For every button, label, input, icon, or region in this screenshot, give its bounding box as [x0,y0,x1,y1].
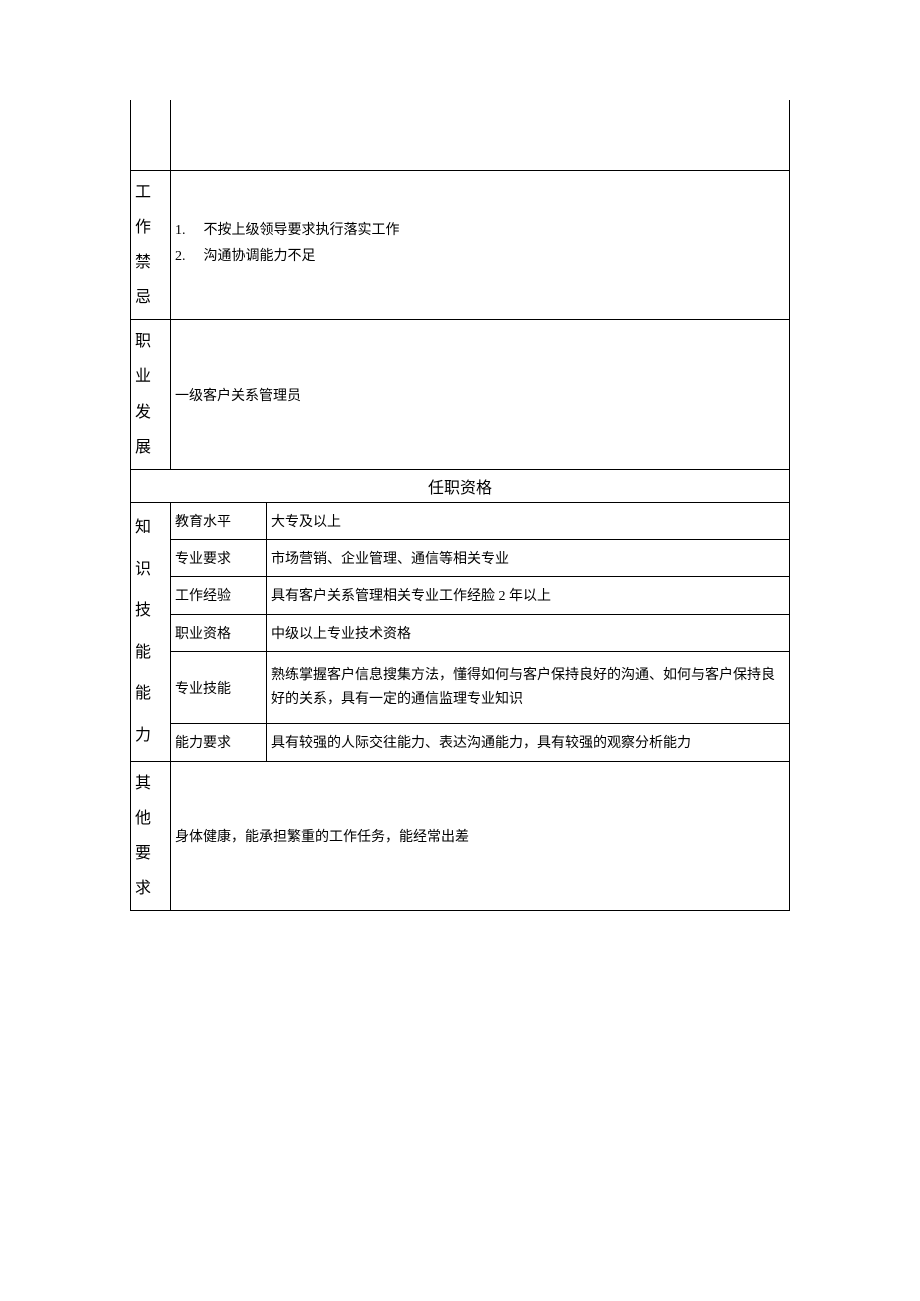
other-label-char: 其 [135,766,166,801]
list-text: 不按上级领导要求执行落实工作 [204,223,400,238]
career-text: 一级客户关系管理员 [175,389,301,404]
work-taboo-label: 工 作禁忌 [131,170,171,320]
other-label-char: 要 [135,836,166,871]
cert-label: 职业资格 [171,614,267,651]
education-value: 大专及以上 [267,503,790,540]
ability-value: 具有较强的人际交往能力、表达沟通能力，具有较强的观察分析能力 [267,724,790,761]
list-text: 沟通协调能力不足 [204,249,316,264]
other-label-char: 他 [135,801,166,836]
work-taboo-item: 2. 沟通协调能力不足 [175,245,785,265]
other-text: 身体健康，能承担繁重的工作任务，能经常出差 [175,830,469,845]
qualification-header-text: 任职资格 [428,480,492,497]
work-taboo-list: 1. 不按上级领导要求执行落实工作 2. 沟通协调能力不足 [175,219,785,265]
education-label: 教育水平 [171,503,267,540]
work-taboo-item: 1. 不按上级领导要求执行落实工作 [175,219,785,239]
career-label: 职 业 发 展 [131,320,171,470]
skill-label: 专业技能 [171,651,267,724]
career-content: 一级客户关系管理员 [171,320,790,470]
career-label-char: 发 [135,395,166,430]
experience-value: 具有客户关系管理相关专业工作经脸 2 年以上 [267,577,790,614]
career-label-char: 展 [135,430,166,465]
job-spec-table: 工 作禁忌 1. 不按上级领导要求执行落实工作 2. 沟通协调能力不足 职 业 … [130,100,790,911]
other-content: 身体健康，能承担繁重的工作任务，能经常出差 [171,761,790,911]
empty-top-label-cell [131,100,171,170]
major-value: 市场营销、企业管理、通信等相关专业 [267,540,790,577]
experience-label: 工作经验 [171,577,267,614]
other-label: 其 他 要 求 [131,761,171,911]
work-taboo-content: 1. 不按上级领导要求执行落实工作 2. 沟通协调能力不足 [171,170,790,320]
ksa-label-line: 技 能 [135,590,166,673]
career-label-char: 业 [135,359,166,394]
empty-top-content-cell [171,100,790,170]
ksa-label: 知 识 技 能 能力 [131,503,171,762]
work-taboo-label-text: 工 作禁忌 [135,184,151,307]
other-label-char: 求 [135,871,166,906]
ksa-label-line: 知 识 [135,507,166,590]
major-label: 专业要求 [171,540,267,577]
cert-value: 中级以上专业技术资格 [267,614,790,651]
career-label-char: 职 [135,324,166,359]
skill-value: 熟练掌握客户信息搜集方法，懂得如何与客户保持良好的沟通、如何与客户保持良好的关系… [267,651,790,724]
list-number: 1. [175,223,193,239]
list-number: 2. [175,249,193,265]
ksa-label-line: 能力 [135,673,166,756]
qualification-header: 任职资格 [131,470,790,503]
ability-label: 能力要求 [171,724,267,761]
